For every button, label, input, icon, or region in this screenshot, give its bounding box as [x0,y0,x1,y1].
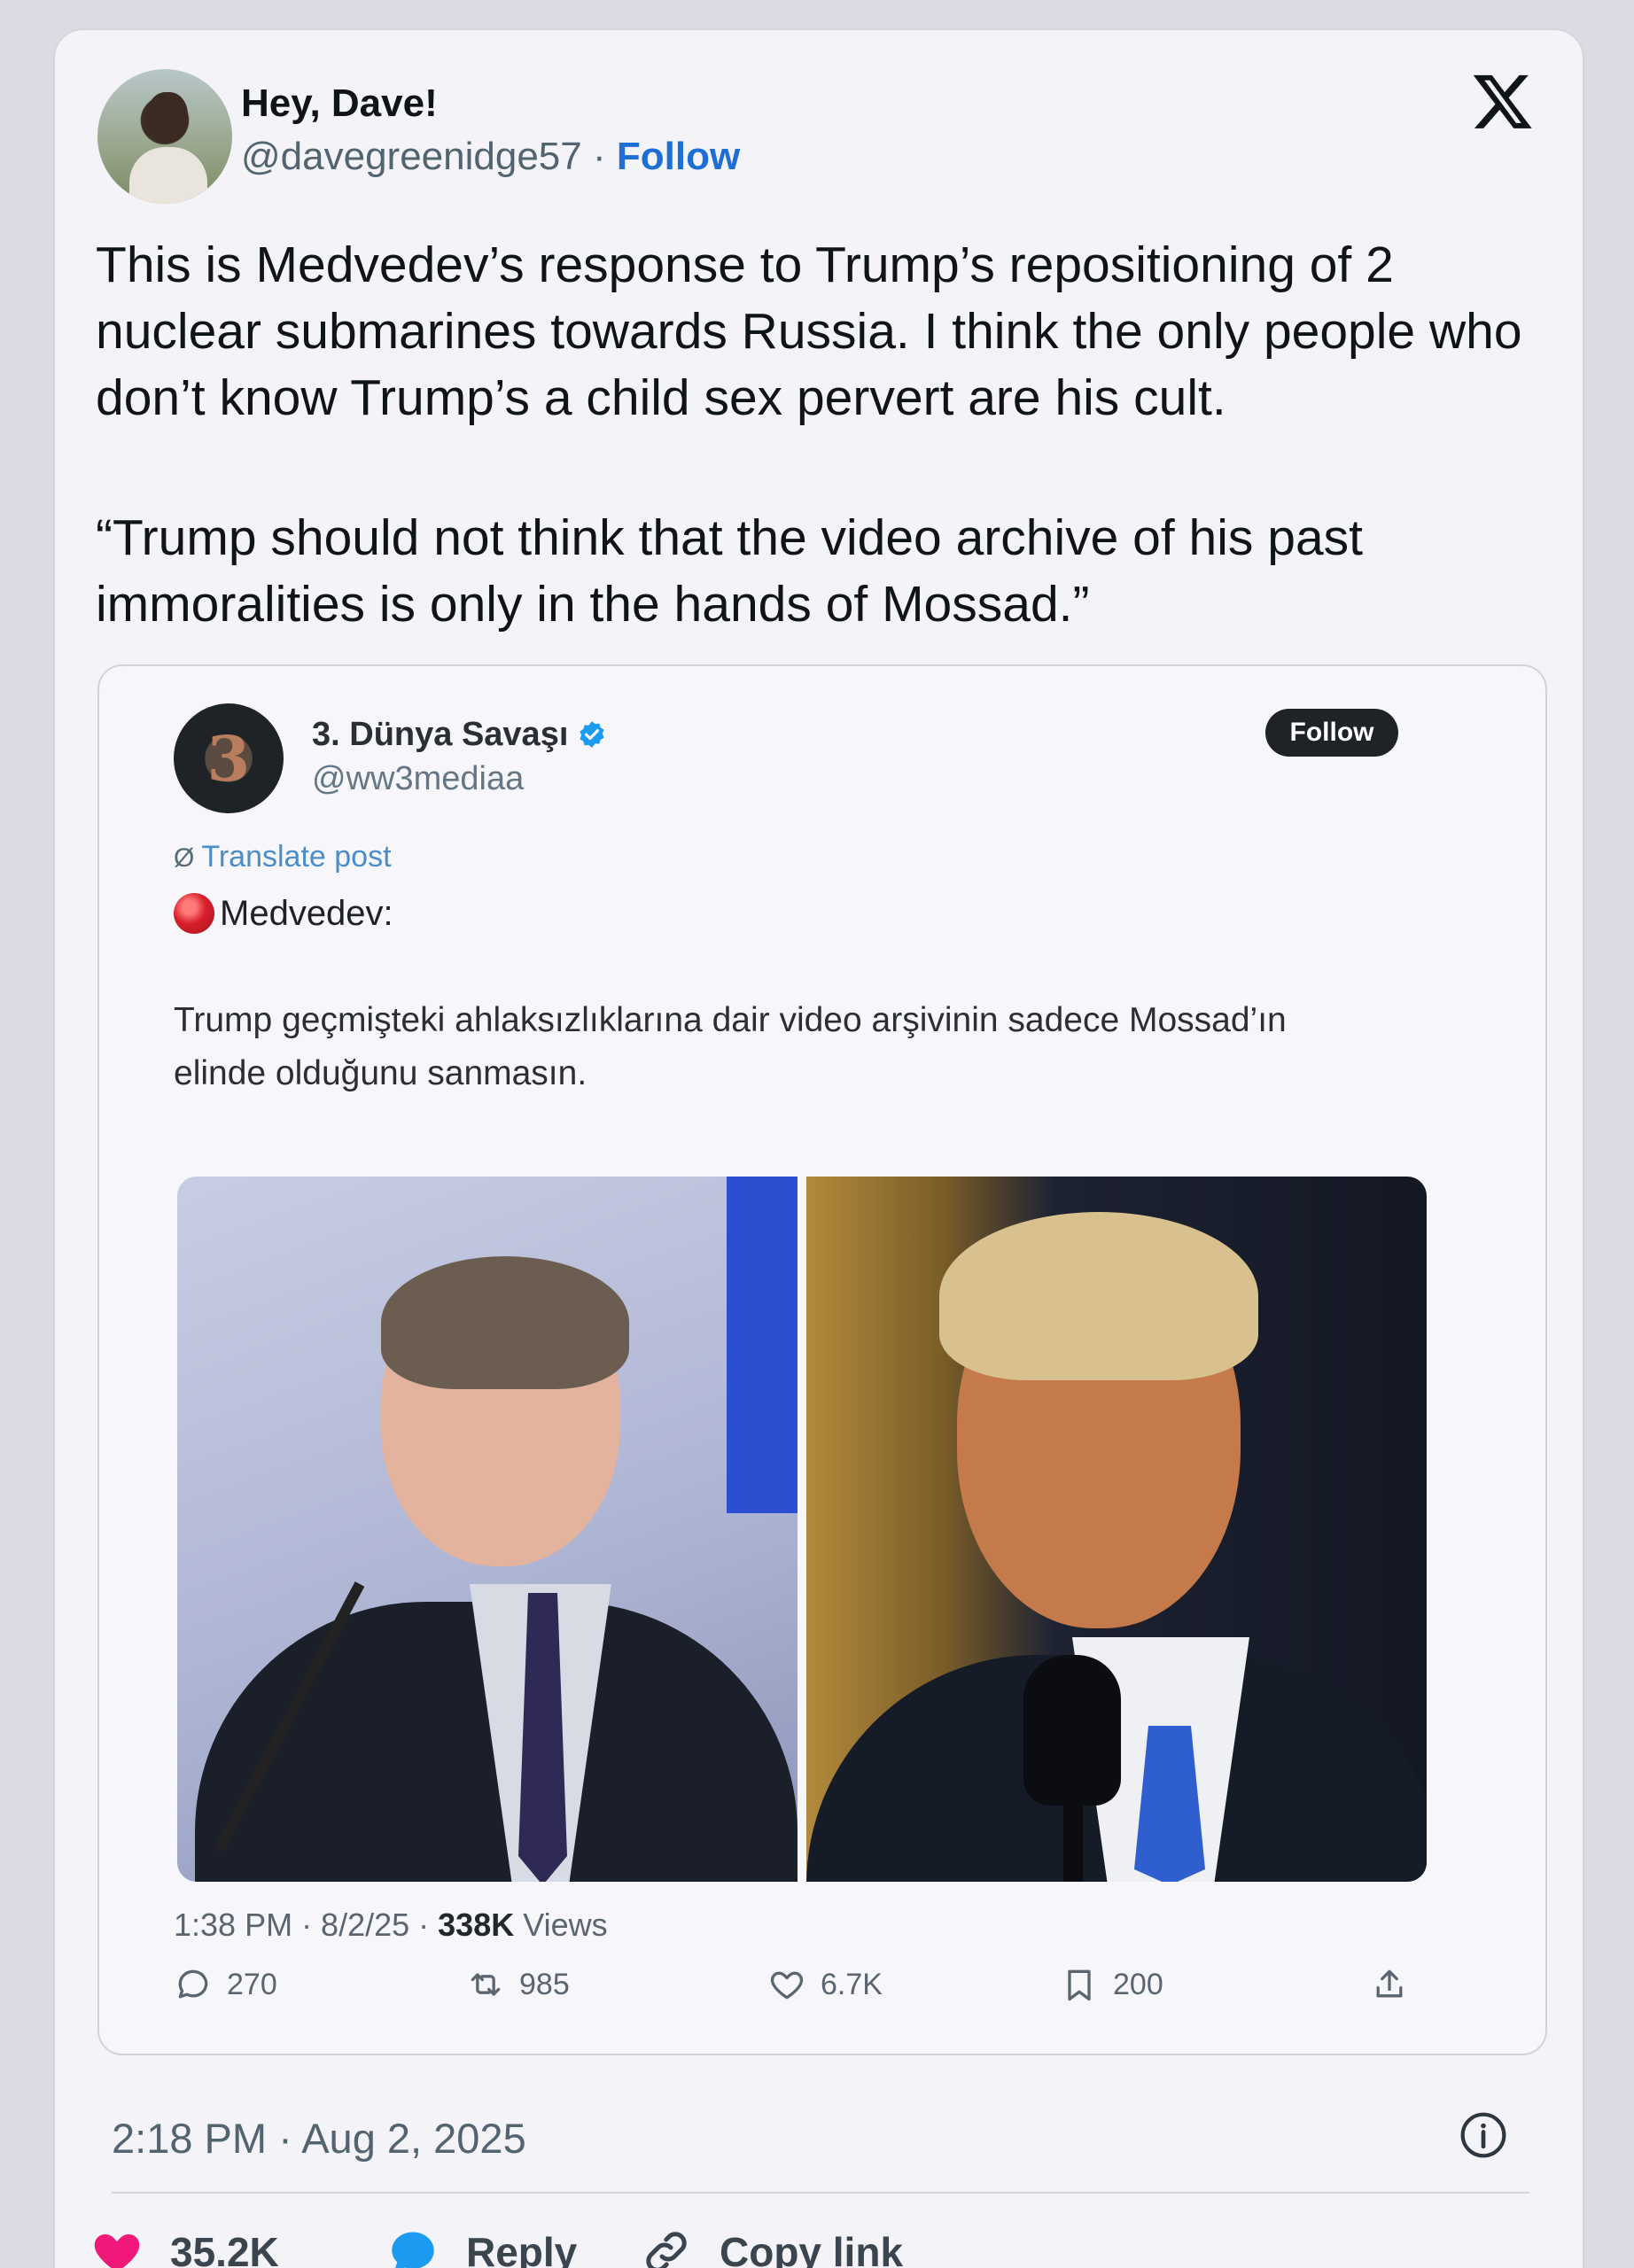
footer-divider [112,2192,1529,2194]
quoted-action-bar: 270 985 6.7K 200 [174,1965,1432,2009]
medvedev-photo[interactable] [177,1177,798,1882]
verified-badge-icon [580,721,604,748]
like-button[interactable]: 35.2K [90,2225,279,2268]
quoted-repost-count: 985 [519,1967,570,2001]
reply-label: Reply [466,2229,578,2268]
quoted-reply-count: 270 [227,1967,277,2001]
copy-link-button[interactable]: Copy link [640,2225,903,2268]
repost-icon [471,1973,501,1996]
quoted-meta: 1:38 PM · 8/2/25 · 338K Views [174,1907,608,1944]
quoted-media[interactable] [177,1177,1427,1882]
x-logo-icon[interactable] [1471,69,1535,133]
red-circle-emoji-icon [174,893,214,934]
quoted-views-count: 338K [438,1907,515,1943]
quoted-share-button[interactable] [1370,1965,1423,2004]
tweet-timestamp[interactable]: 2:18 PM · Aug 2, 2025 [112,2114,526,2163]
quoted-reply-button[interactable]: 270 [174,1965,277,2004]
quoted-first-line-text: Medvedev: [220,893,393,933]
quoted-like-button[interactable]: 6.7K [767,1965,883,2004]
quoted-timestamp[interactable]: 1:38 PM · 8/2/25 · [174,1907,438,1943]
separator-dot: · [592,135,606,178]
quoted-avatar[interactable]: 3 [174,703,284,813]
globe-icon: Ø [174,843,195,873]
author-handle[interactable]: @davegreenidge57 [241,135,582,178]
heart-outline-icon [770,1971,804,2000]
speech-bubble-icon [178,1969,208,1999]
follow-link[interactable]: Follow [617,135,740,178]
author-avatar[interactable] [97,69,232,204]
tweet-text: This is Medvedev’s response to Trump’s r… [96,232,1558,638]
link-icon [646,2232,687,2268]
tweet-embed-card: Hey, Dave! @davegreenidge57 · Follow Thi… [53,28,1584,2268]
quoted-repost-button[interactable]: 985 [466,1965,570,2004]
info-icon[interactable] [1459,2110,1508,2160]
copy-link-label: Copy link [720,2229,904,2268]
quoted-follow-button[interactable]: Follow [1265,709,1398,757]
quoted-like-count: 6.7K [821,1967,883,2001]
reply-button[interactable]: Reply [386,2225,577,2268]
quoted-tweet[interactable]: 3 3. Dünya Savaşı @ww3mediaa Follow Ø Tra… [97,664,1547,2055]
quoted-views-label: Views [514,1907,608,1943]
author-name[interactable]: Hey, Dave! [241,82,438,126]
quoted-author-name[interactable]: 3. Dünya Savaşı [312,716,607,754]
tweet-paragraph-2: “Trump should not think that the video a… [96,509,1363,633]
heart-icon [94,2234,140,2268]
quoted-first-line: Medvedev: [174,893,393,934]
speech-bubble-icon [392,2232,434,2268]
quoted-body-text: Trump geçmişteki ahlaksızlıklarına dair … [174,1001,1287,1092]
like-count: 35.2K [170,2229,279,2268]
trump-photo[interactable] [806,1177,1427,1882]
author-handle-row: @davegreenidge57 · Follow [241,135,740,179]
quoted-bookmark-button[interactable]: 200 [1060,1965,1163,2004]
quoted-author-handle[interactable]: @ww3mediaa [312,760,524,798]
quoted-bookmark-count: 200 [1113,1967,1163,2001]
tweet-paragraph-1: This is Medvedev’s response to Trump’s r… [96,237,1522,426]
bookmark-icon [1068,1969,1091,2001]
share-icon [1376,1969,1403,1998]
quoted-author-name-text: 3. Dünya Savaşı [312,716,569,753]
translate-post-link[interactable]: Ø Translate post [174,840,392,874]
translate-post-label: Translate post [201,840,392,874]
